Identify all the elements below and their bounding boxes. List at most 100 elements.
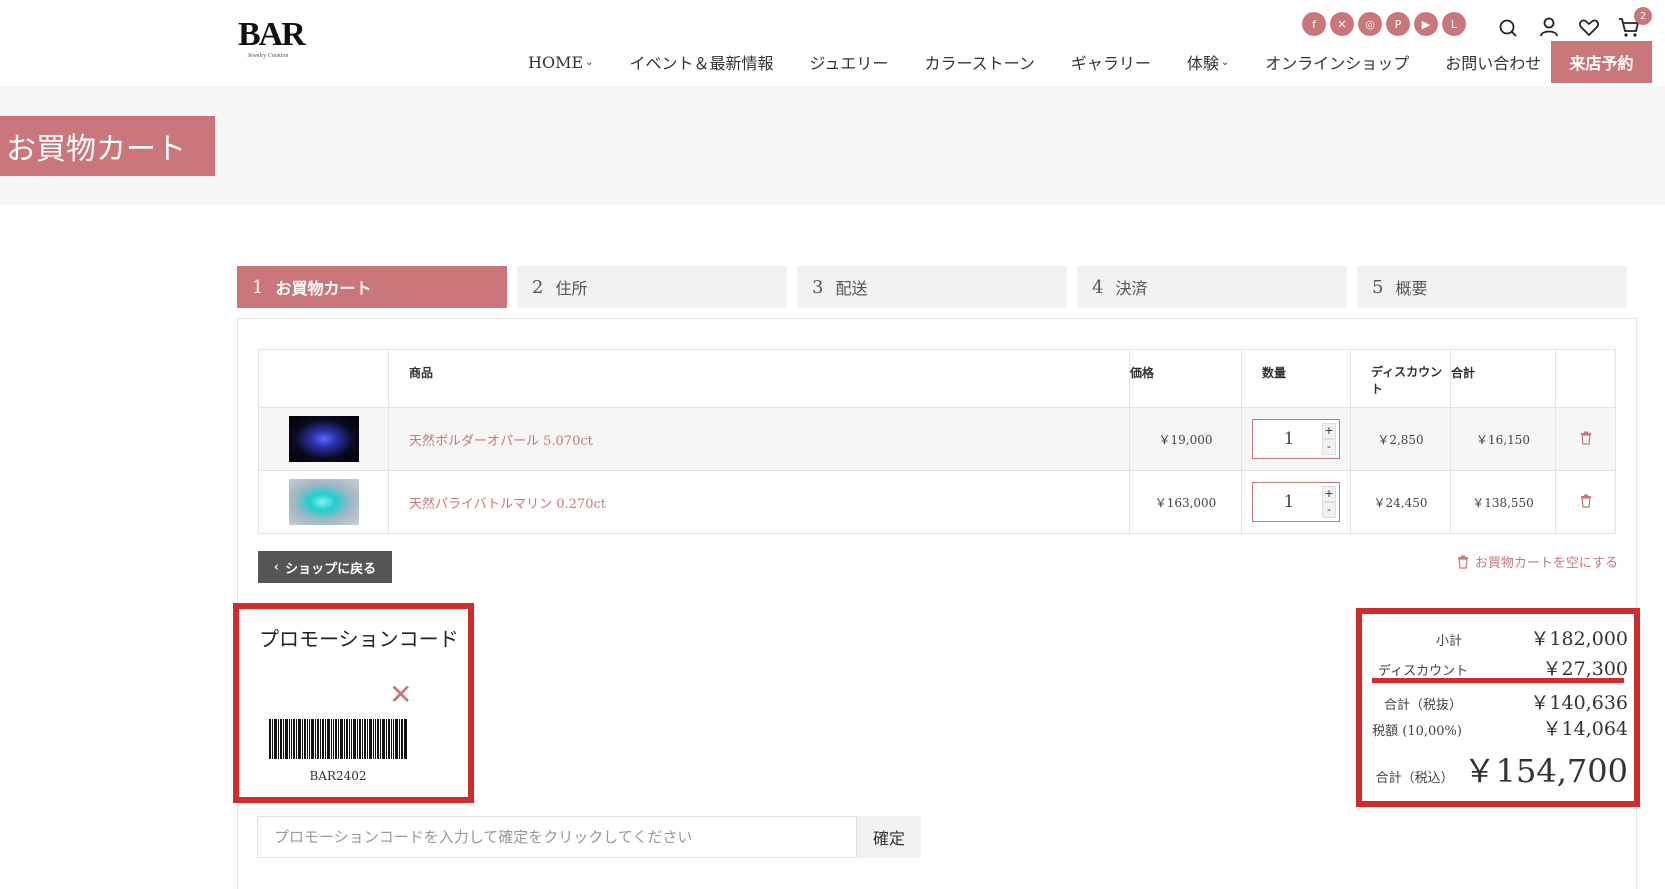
empty-cart-label: お買物カートを空にする — [1474, 556, 1618, 571]
chevron-down-icon: ⌄ — [1220, 56, 1230, 68]
step-number: 1 — [252, 276, 264, 298]
nav-jewelry[interactable]: ジュエリー — [792, 50, 907, 74]
barcode-image — [269, 719, 407, 759]
promo-title: プロモーションコード — [259, 627, 459, 651]
step-payment[interactable]: 4 決済 — [1077, 266, 1347, 308]
step-summary[interactable]: 5 概要 — [1357, 266, 1627, 308]
checkout-steps: 1 お買物カート 2 住所 3 配送 4 決済 5 概要 — [237, 266, 1627, 308]
net-total-value: ￥140,636 — [1530, 692, 1628, 714]
page-title: お買物カート — [0, 116, 215, 176]
quantity-input[interactable]: 1 — [1253, 420, 1325, 458]
decrement-button[interactable]: - — [1322, 502, 1336, 518]
x-icon[interactable]: ✕ — [1330, 12, 1354, 36]
account-icon[interactable] — [1536, 14, 1562, 40]
site-logo[interactable]: BAR Jewelry Creation — [238, 16, 306, 68]
search-icon[interactable] — [1496, 14, 1522, 40]
summary-divider — [1372, 678, 1624, 683]
tax-value: ￥14,064 — [1542, 718, 1628, 740]
product-total: ￥16,150 — [1450, 407, 1556, 471]
header-qty: 数量 — [1241, 349, 1351, 408]
net-total-label: 合計（税抜） — [1383, 698, 1462, 713]
nav-experience-label: 体験 — [1186, 54, 1219, 73]
product-total: ￥138,550 — [1450, 470, 1556, 534]
step-address[interactable]: 2 住所 — [517, 266, 787, 308]
remove-promo-icon[interactable]: ✕ — [389, 681, 412, 709]
step-label: 住所 — [555, 279, 588, 298]
step-label: お買物カート — [275, 279, 372, 298]
product-price: ￥163,000 — [1129, 470, 1242, 534]
product-thumbnail[interactable] — [288, 479, 359, 525]
nav-gallery[interactable]: ギャラリー — [1053, 50, 1169, 74]
subtotal-label: 小計 — [1435, 634, 1462, 649]
increment-button[interactable]: + — [1322, 486, 1336, 502]
promo-code-input[interactable]: プロモーションコードを入力して確定をクリックしてください — [257, 816, 857, 858]
cart-icon[interactable]: 2 — [1616, 7, 1652, 40]
table-row: 天然パライバトルマリン 0.270ct ￥163,000 1 + - ￥24,4… — [258, 470, 1616, 534]
product-discount: ￥2,850 — [1350, 407, 1451, 471]
empty-cart-link[interactable]: お買物カートを空にする — [1457, 552, 1618, 571]
net-total-row: 合計（税抜） ￥140,636 — [1362, 688, 1634, 715]
step-label: 配送 — [835, 279, 868, 298]
grand-total-value: ￥154,700 — [1463, 752, 1628, 790]
youtube-icon[interactable]: ▶ — [1414, 12, 1438, 36]
step-number: 4 — [1092, 276, 1104, 298]
chevron-left-icon: ‹ — [273, 559, 280, 575]
main-nav: HOME ⌄ イベント＆最新情報 ジュエリー カラーストーン ギャラリー 体験 ⌄ … — [510, 41, 1559, 83]
product-link[interactable]: 天然パライバトルマリン 0.270ct — [409, 497, 606, 512]
header-total: 合計 — [1450, 349, 1556, 408]
tax-row: 税額 (10,00%) ￥14,064 — [1362, 714, 1634, 741]
reservation-button[interactable]: 来店予約 — [1551, 41, 1652, 83]
increment-button[interactable]: + — [1322, 423, 1336, 439]
quantity-stepper: 1 + - — [1252, 419, 1340, 459]
step-shipping[interactable]: 3 配送 — [797, 266, 1067, 308]
promo-confirm-button[interactable]: 確定 — [857, 816, 921, 858]
header-product: 商品 — [388, 349, 1130, 408]
instagram-icon[interactable]: ◎ — [1358, 12, 1382, 36]
delete-cell — [1555, 407, 1616, 471]
discount-row: ディスカウント ￥27,300 — [1362, 654, 1634, 681]
step-number: 5 — [1372, 276, 1384, 298]
nav-color-stones[interactable]: カラーストーン — [906, 50, 1052, 74]
nav-experience[interactable]: 体験 ⌄ — [1169, 50, 1247, 74]
nav-contact[interactable]: お問い合わせ — [1427, 50, 1559, 74]
nav-home[interactable]: HOME ⌄ — [510, 53, 612, 72]
product-link[interactable]: 天然ボルダーオパール 5.070ct — [409, 434, 593, 449]
product-discount: ￥24,450 — [1350, 470, 1451, 534]
utility-icons: 2 — [1496, 7, 1652, 40]
facebook-icon[interactable]: f — [1302, 12, 1326, 36]
step-label: 決済 — [1115, 279, 1148, 298]
quantity-input[interactable]: 1 — [1253, 483, 1325, 521]
trash-icon[interactable] — [1580, 431, 1592, 445]
table-row: 天然ボルダーオパール 5.070ct ￥19,000 1 + - ￥2,850 … — [258, 407, 1616, 471]
discount-value: ￥27,300 — [1542, 658, 1628, 680]
grand-total-row: 合計（税込） ￥154,700 — [1362, 746, 1634, 792]
product-name-cell: 天然ボルダーオパール 5.070ct — [388, 407, 1130, 471]
tax-label: 税額 (10,00%) — [1372, 724, 1462, 739]
delete-cell — [1555, 470, 1616, 534]
header-image — [258, 349, 389, 408]
qty-cell: 1 + - — [1241, 407, 1351, 471]
subtotal-row: 小計 ￥182,000 — [1362, 624, 1634, 651]
product-thumbnail[interactable] — [288, 416, 359, 462]
table-header-row: 商品 価格 数量 ディスカウント 合計 — [258, 349, 1616, 408]
promo-code-panel: プロモーションコード ✕ BAR2402 — [233, 603, 474, 803]
nav-events[interactable]: イベント＆最新情報 — [612, 50, 792, 74]
step-label: 概要 — [1395, 279, 1428, 298]
header-discount: ディスカウント — [1350, 349, 1451, 408]
site-header: BAR Jewelry Creation f ✕ ◎ P ▶ L 2 HOME ⌄… — [0, 0, 1665, 86]
step-cart[interactable]: 1 お買物カート — [237, 266, 507, 308]
title-band: お買物カート — [0, 86, 1665, 206]
logo-text: BAR — [238, 16, 306, 53]
back-to-shop-button[interactable]: ‹ ショップに戻る — [258, 551, 392, 583]
pinterest-icon[interactable]: P — [1386, 12, 1410, 36]
header-price: 価格 — [1129, 349, 1242, 408]
trash-icon[interactable] — [1580, 494, 1592, 508]
product-image-cell — [258, 470, 389, 534]
quantity-stepper: 1 + - — [1252, 482, 1340, 522]
wishlist-icon[interactable] — [1576, 14, 1602, 40]
nav-online-shop[interactable]: オンラインショップ — [1247, 50, 1427, 74]
back-to-shop-label: ショップに戻る — [285, 561, 377, 577]
decrement-button[interactable]: - — [1322, 439, 1336, 455]
logo-subtext: Jewelry Creation — [247, 53, 289, 59]
line-icon[interactable]: L — [1442, 12, 1466, 36]
